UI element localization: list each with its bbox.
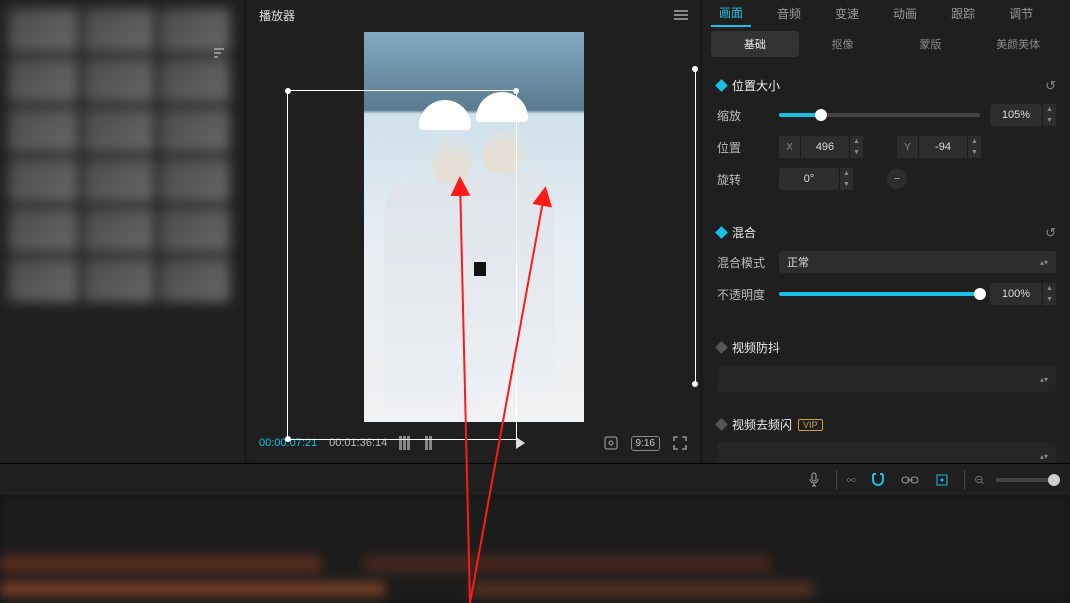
blend-mode-label: 混合模式 <box>717 254 769 271</box>
timeline-tracks[interactable] <box>0 495 1070 603</box>
subtab-beauty[interactable]: 美颜美体 <box>974 31 1062 57</box>
tab-audio[interactable]: 音频 <box>769 1 809 26</box>
position-y-field[interactable]: Y -94 ▲▼ <box>897 136 981 158</box>
aspect-ratio-badge[interactable]: 9:16 <box>631 436 660 451</box>
resize-handle-right[interactable] <box>695 69 696 383</box>
selection-frame[interactable] <box>287 90 517 440</box>
keyframe-diamond-icon[interactable] <box>715 79 728 92</box>
inspector-subtabs: 基础 抠像 蒙版 美颜美体 <box>703 27 1070 61</box>
player-viewport[interactable] <box>247 30 700 423</box>
section-blend: 混合 ↺ 混合模式 正常 ▴▾ 不透明度 100% ▲▼ <box>703 208 1070 323</box>
chevron-updown-icon: ▴▾ <box>1040 375 1048 384</box>
rotation-reset-button[interactable]: − <box>887 169 907 189</box>
play-button[interactable] <box>516 437 525 449</box>
section-position-size: 位置大小 ↺ 缩放 105% ▲▼ 位置 X 496 ▲▼ <box>703 61 1070 208</box>
magnet-icon[interactable] <box>868 470 888 490</box>
opacity-value[interactable]: 100% <box>990 283 1042 305</box>
zoom-slider[interactable] <box>996 478 1056 482</box>
link-icon[interactable] <box>900 470 920 490</box>
tab-adjust[interactable]: 调节 <box>1001 1 1041 26</box>
rotation-stepper[interactable]: ▲▼ <box>839 168 853 190</box>
rotation-label: 旋转 <box>717 171 769 188</box>
timeline-toolbar <box>0 463 1070 495</box>
subtab-cutout[interactable]: 抠像 <box>799 31 887 57</box>
tab-animation[interactable]: 动画 <box>885 1 925 26</box>
position-x-field[interactable]: X 496 ▲▼ <box>779 136 863 158</box>
media-grid-blurred <box>0 0 244 310</box>
player-panel: 播放器 00:00:07:21 00:01: <box>247 0 700 463</box>
zoom-slider-knob[interactable] <box>1048 474 1060 486</box>
opacity-label: 不透明度 <box>717 286 769 303</box>
sort-icon[interactable] <box>212 46 226 60</box>
scale-label: 缩放 <box>717 107 769 124</box>
chevron-updown-icon: ▴▾ <box>1040 452 1048 461</box>
section-stabilize: 视频防抖 ▴▾ <box>703 323 1070 400</box>
opacity-slider[interactable] <box>779 292 980 296</box>
player-title: 播放器 <box>259 7 295 24</box>
fullscreen-icon[interactable] <box>672 435 688 451</box>
position-label: 位置 <box>717 139 769 156</box>
scale-stepper[interactable]: ▲▼ <box>1042 104 1056 126</box>
keyframe-diamond-icon[interactable] <box>715 226 728 239</box>
rotation-value[interactable]: 0° <box>779 168 839 190</box>
player-menu-icon[interactable] <box>674 10 688 20</box>
media-browser-panel <box>0 0 244 463</box>
deflicker-collapsed[interactable]: ▴▾ <box>717 443 1056 463</box>
tab-speed[interactable]: 变速 <box>827 1 867 26</box>
chevron-updown-icon: ▴▾ <box>1040 258 1048 267</box>
vip-badge: VIP <box>798 419 823 431</box>
section-title-position: 位置大小 <box>732 77 780 94</box>
stabilize-collapsed[interactable]: ▴▾ <box>717 366 1056 392</box>
timeline-area <box>0 463 1070 603</box>
section-title-blend: 混合 <box>732 224 756 241</box>
snap-toggle-icon[interactable] <box>836 470 856 490</box>
blend-mode-select[interactable]: 正常 ▴▾ <box>779 251 1056 273</box>
section-deflicker: 视频去频闪 VIP ▴▾ <box>703 400 1070 463</box>
safe-zone-icon[interactable] <box>603 435 619 451</box>
reset-position-button[interactable]: ↺ <box>1045 78 1056 94</box>
scale-slider[interactable] <box>779 113 980 117</box>
toggle-diamond-icon[interactable] <box>715 418 728 431</box>
section-title-deflicker: 视频去频闪 <box>732 416 792 433</box>
inspector-tabs: 画面 音频 变速 动画 跟踪 调节 <box>703 0 1070 27</box>
section-title-stabilize: 视频防抖 <box>732 339 780 356</box>
scale-slider-knob[interactable] <box>815 109 827 121</box>
preview-mark-icon[interactable] <box>932 470 952 490</box>
scale-value[interactable]: 105% <box>990 104 1042 126</box>
tab-tracking[interactable]: 跟踪 <box>943 1 983 26</box>
opacity-slider-knob[interactable] <box>974 288 986 300</box>
reset-blend-button[interactable]: ↺ <box>1045 225 1056 241</box>
subtab-basic[interactable]: 基础 <box>711 31 799 57</box>
toggle-diamond-icon[interactable] <box>715 341 728 354</box>
subtab-mask[interactable]: 蒙版 <box>887 31 975 57</box>
opacity-stepper[interactable]: ▲▼ <box>1042 283 1056 305</box>
timeline-tracks-blurred <box>0 495 1070 603</box>
mic-record-icon[interactable] <box>804 470 824 490</box>
inspector-panel: 画面 音频 变速 动画 跟踪 调节 基础 抠像 蒙版 美颜美体 位置大小 ↺ 缩… <box>703 0 1070 463</box>
zoom-out-icon[interactable] <box>964 470 984 490</box>
tab-video[interactable]: 画面 <box>711 0 751 27</box>
